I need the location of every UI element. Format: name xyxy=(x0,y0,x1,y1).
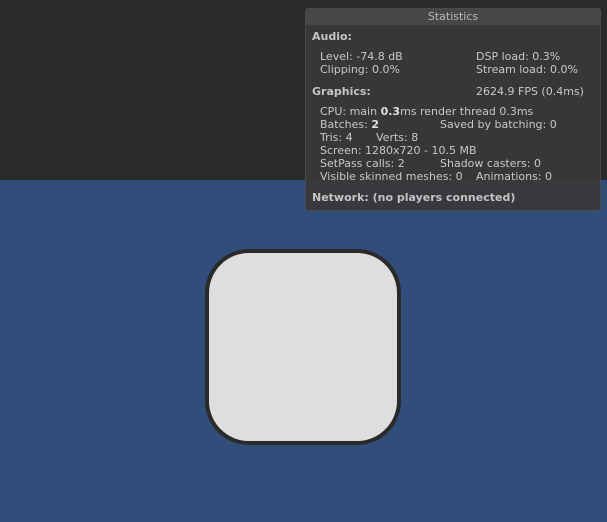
statistics-panel: Statistics Audio: Level: -74.8 dB DSP lo… xyxy=(305,8,601,211)
graphics-shadow-casters: Shadow casters: 0 xyxy=(440,157,541,170)
audio-header: Audio: xyxy=(312,30,352,43)
graphics-setpass: SetPass calls: 2 xyxy=(320,157,405,170)
batches-value: 2 xyxy=(371,118,379,131)
rounded-square-sprite xyxy=(205,249,401,445)
cpu-suffix: ms render thread 0.3ms xyxy=(400,105,534,118)
audio-stream-load: Stream load: 0.0% xyxy=(476,63,578,76)
cpu-main-value: 0.3 xyxy=(380,105,401,118)
graphics-animations: Animations: 0 xyxy=(476,170,553,183)
graphics-verts: Verts: 8 xyxy=(376,131,419,144)
audio-dsp-load: DSP load: 0.3% xyxy=(476,50,561,63)
network-status: Network: (no players connected) xyxy=(312,191,516,204)
graphics-saved-by-batching: Saved by batching: 0 xyxy=(440,118,557,131)
graphics-tris: Tris: 4 xyxy=(320,131,353,144)
statistics-title: Statistics xyxy=(306,9,600,26)
graphics-batches: Batches: 2 xyxy=(320,118,379,132)
audio-clipping: Clipping: 0.0% xyxy=(320,63,400,76)
graphics-visible-skinned: Visible skinned meshes: 0 xyxy=(320,170,463,183)
batches-prefix: Batches: xyxy=(320,118,372,131)
graphics-header: Graphics: xyxy=(312,85,371,98)
graphics-cpu: CPU: main 0.3ms render thread 0.3ms xyxy=(320,105,534,119)
graphics-fps: 2624.9 FPS (0.4ms) xyxy=(476,85,584,98)
graphics-screen: Screen: 1280x720 - 10.5 MB xyxy=(320,144,477,157)
cpu-prefix: CPU: main xyxy=(320,105,381,118)
audio-level: Level: -74.8 dB xyxy=(320,50,403,63)
